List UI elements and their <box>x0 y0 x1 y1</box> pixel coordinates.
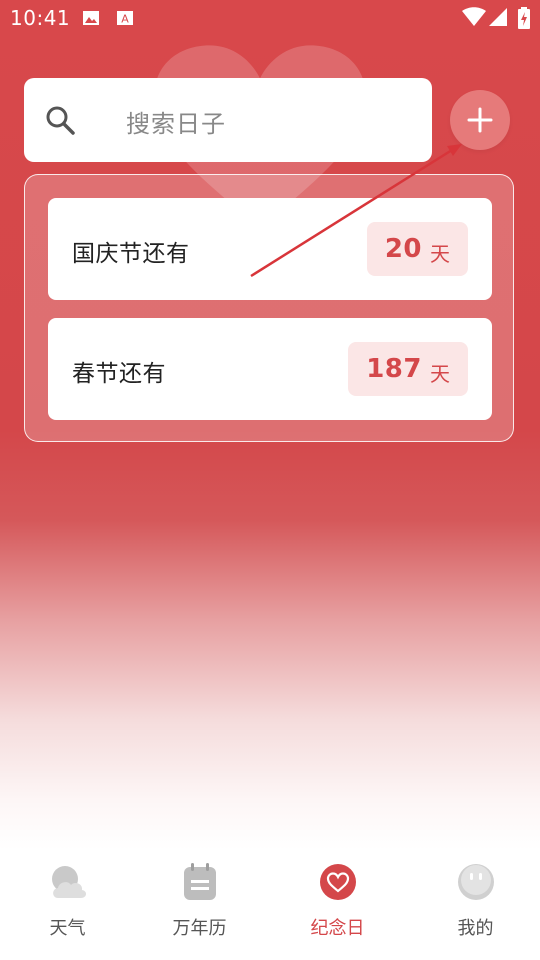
days-badge: 187 天 <box>348 342 468 396</box>
days-unit: 天 <box>430 361 450 386</box>
nav-label: 纪念日 <box>310 918 365 939</box>
plus-icon <box>467 107 493 133</box>
days-badge: 20 天 <box>366 222 468 276</box>
nav-label: 天气 <box>49 918 86 939</box>
profile-face-icon <box>458 864 494 900</box>
add-anniversary-button[interactable] <box>450 90 510 150</box>
event-card-spring-festival[interactable]: 春节还有 187 天 <box>48 318 492 420</box>
battery-charging-icon <box>518 7 530 29</box>
days-count: 20 <box>384 234 422 264</box>
event-title: 国庆节还有 <box>72 241 190 267</box>
event-card-national-day[interactable]: 国庆节还有 20 天 <box>48 198 492 300</box>
heart-icon <box>320 864 356 900</box>
wifi-icon <box>462 7 486 26</box>
event-title: 春节还有 <box>72 361 166 387</box>
nav-label: 万年历 <box>172 918 227 939</box>
search-placeholder: 搜索日子 <box>126 110 226 138</box>
nav-label: 我的 <box>457 918 494 939</box>
nav-tab-weather[interactable]: 天气 <box>0 850 135 960</box>
image-icon <box>83 11 99 25</box>
nav-tab-profile[interactable]: 我的 <box>408 850 540 960</box>
text-a-icon: A <box>117 11 133 26</box>
status-bar: 10:41 A <box>0 0 540 36</box>
nav-tab-anniversary[interactable]: 纪念日 <box>270 850 405 960</box>
calendar-icon <box>184 863 216 900</box>
svg-text:A: A <box>121 13 129 26</box>
days-unit: 天 <box>430 241 450 266</box>
search-input[interactable]: 搜索日子 <box>24 78 432 162</box>
nav-tab-calendar[interactable]: 万年历 <box>132 850 267 960</box>
bottom-nav: 天气 万年历 纪念日 我的 <box>0 850 540 960</box>
signal-icon <box>489 8 507 26</box>
search-icon <box>46 106 75 135</box>
status-time: 10:41 <box>10 6 71 30</box>
weather-cloud-icon <box>52 866 87 898</box>
days-count: 187 <box>366 354 422 384</box>
